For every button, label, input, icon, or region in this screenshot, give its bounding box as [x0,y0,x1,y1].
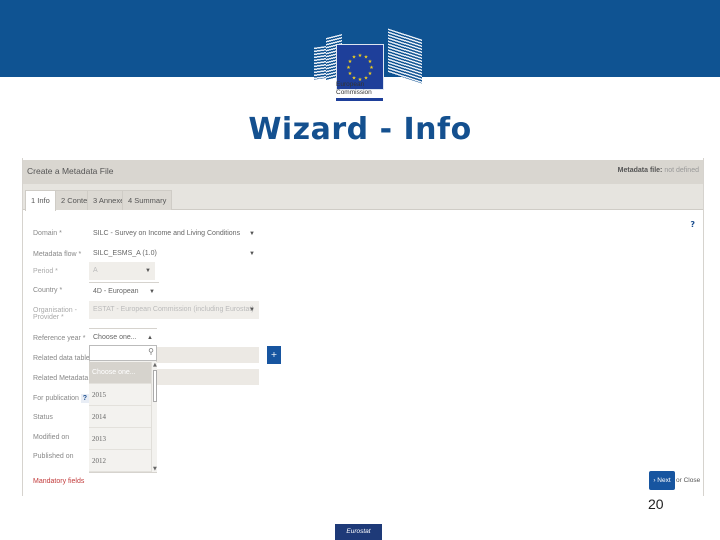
panel-title: Create a Metadata File [27,166,114,176]
wizard-tabs: 1 Info 2 Content 3 Annexes 4 Summary [23,184,703,211]
chevron-down-icon: ▼ [145,268,151,274]
chevron-down-icon: ▼ [249,231,255,237]
metadata-flow-label: Metadata flow * [33,251,82,258]
organisation-select[interactable]: ESTAT - European Commission (including E… [89,301,259,319]
year-option[interactable]: 2012 [89,450,151,472]
modified-on-label: Modified on [33,434,70,441]
reference-year-select[interactable]: Choose one... ▲ [89,328,157,346]
svg-text:★: ★ [348,71,353,77]
year-option[interactable]: 2014 [89,406,151,428]
logo-text-line2: Commission [336,89,372,96]
year-option[interactable]: Choose one... [89,362,151,384]
svg-text:★: ★ [358,53,363,59]
metadata-flow-select[interactable]: SILC_ESMS_A (1.0) ▼ [89,245,259,263]
year-options-list: Choose one... 2015 2014 2013 2012 2011 2… [89,362,151,472]
chevron-down-icon: ▼ [249,251,255,257]
scroll-up-icon[interactable]: ▲ [153,362,157,368]
reference-year-label: Reference year * [33,335,86,342]
country-select[interactable]: 4D - European Commi...▼ [89,282,159,313]
metadata-file-value: not defined [664,167,699,174]
metadata-flow-value: SILC_ESMS_A (1.0) [93,250,157,257]
country-label: Country * [33,287,63,294]
page-title: Wizard - Info [248,112,472,147]
organisation-label: Organisation - Provider * [33,307,77,321]
logo-underline [336,98,383,101]
help-icon[interactable]: ? [690,220,695,229]
mandatory-fields-note: Mandatory fields [33,478,85,485]
tab-info[interactable]: 1 Info [25,190,56,211]
building-graphic-right [388,28,422,84]
add-datatable-button[interactable]: + [267,346,281,364]
for-publication-text: For publication [33,395,79,402]
period-select[interactable]: A ▼ [89,262,155,280]
chevron-down-icon: ▼ [249,307,255,313]
metadata-file-status: Metadata file: not defined [618,167,699,174]
published-on-label: Published on [33,453,74,460]
help-icon[interactable]: ? [80,394,89,403]
reference-year-value: Choose one... [93,334,137,341]
period-label: Period * [33,268,58,275]
slide-number: 20 [648,496,664,512]
year-option[interactable]: 2013 [89,428,151,450]
dropdown-scrollbar[interactable]: ▲ ▼ [151,362,157,472]
related-datatables-text: Related data tables [33,355,94,362]
year-search-input[interactable]: ⚲ [89,345,157,361]
chevron-down-icon: ▼ [149,289,155,295]
search-icon: ⚲ [148,347,154,356]
european-commission-text: European Commission [336,81,372,97]
year-option[interactable]: 2015 [89,384,151,406]
metadata-file-label: Metadata file: [617,167,663,174]
tab-summary[interactable]: 4 Summary [122,190,173,210]
eurostat-badge: Eurostat [335,524,382,540]
status-label: Status [33,414,53,421]
domain-select[interactable]: SILC - Survey on Income and Living Condi… [89,225,259,255]
metadata-wizard-panel: Create a Metadata File Metadata file: no… [22,158,704,496]
scrollbar-thumb[interactable] [153,370,157,402]
panel-header: Create a Metadata File Metadata file: no… [23,160,703,184]
domain-label: Domain * [33,230,62,237]
period-value: A [93,267,98,274]
scroll-down-icon[interactable]: ▼ [153,466,157,472]
logo-text-line1: European [336,81,365,88]
next-button[interactable]: › Next [649,471,675,490]
for-publication-label: For publication? [33,394,89,403]
svg-text:★: ★ [352,55,357,61]
svg-text:★: ★ [346,65,351,71]
close-link[interactable]: or Close [676,477,700,484]
organisation-value: ESTAT - European Commission (including E… [93,306,254,313]
related-metadata-text: Related Metadata [33,375,89,382]
svg-text:★: ★ [368,71,373,77]
